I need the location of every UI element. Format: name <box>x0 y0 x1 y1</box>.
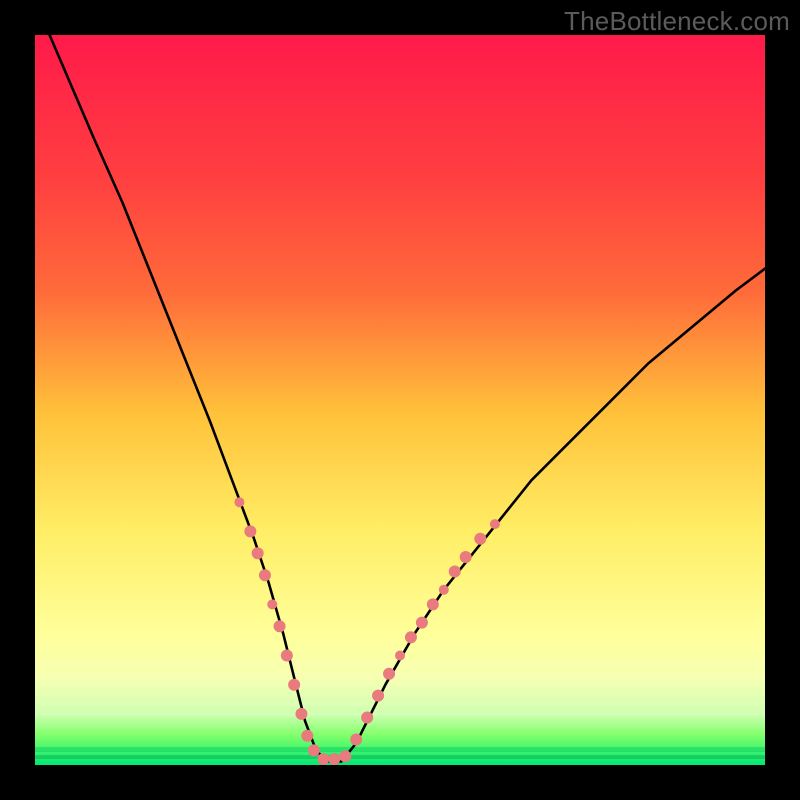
chart-svg <box>35 35 765 765</box>
outer-frame: TheBottleneck.com <box>0 0 800 800</box>
watermark-text: TheBottleneck.com <box>564 6 790 37</box>
plot-area <box>35 35 765 765</box>
